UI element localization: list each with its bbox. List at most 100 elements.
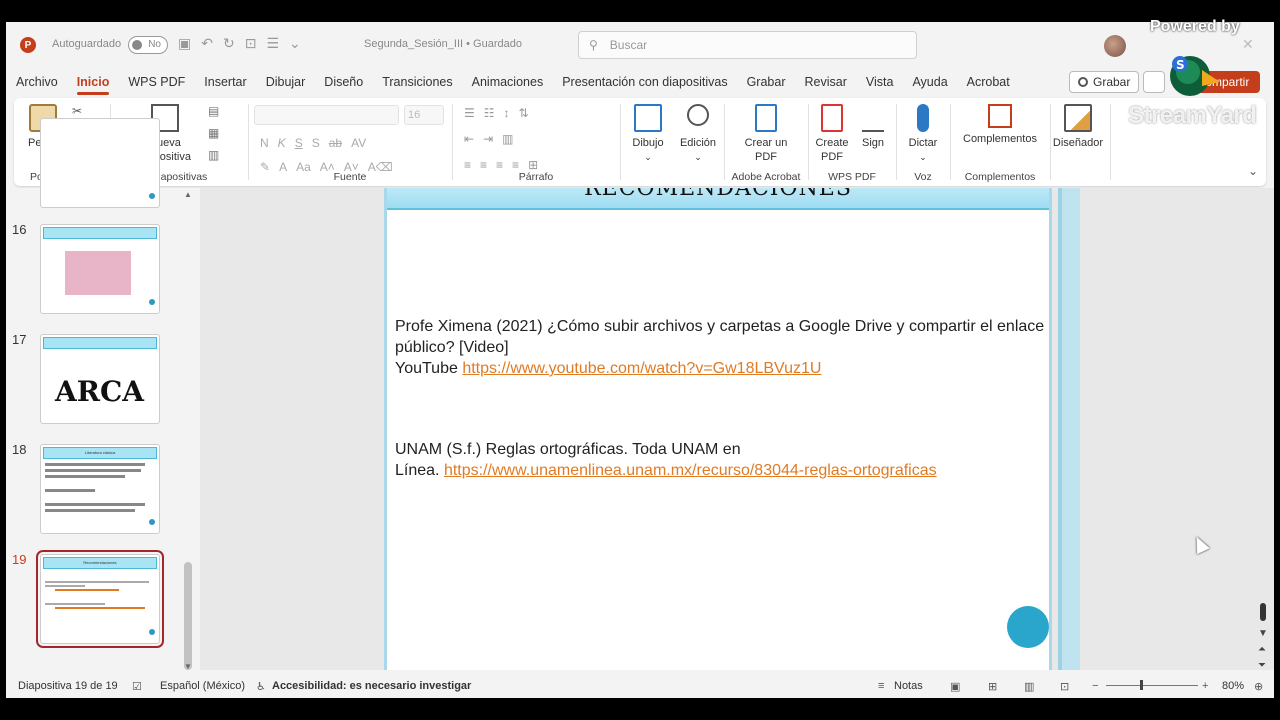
youtube-link[interactable]: https://www.youtube.com/watch?v=Gw18LBVu… [462,360,821,377]
next-slide-icon[interactable]: ⏷ [1258,660,1266,671]
slide-canvas[interactable]: RECOMENDACIONES Profe Ximena (2021) ¿Cóm… [384,188,1052,670]
notes-button[interactable]: Notas [894,680,923,692]
editing-button[interactable]: Edición ⌄ [676,104,720,164]
text-direction-icon[interactable]: ⇅ [519,106,529,120]
reading-view-icon[interactable]: ▥ [1024,680,1034,693]
shrink-font-icon[interactable]: A˅ [344,160,359,174]
canvas-scrollbar-thumb[interactable] [1260,603,1266,621]
tab-inicio[interactable]: Inicio [76,75,109,95]
addins-button[interactable]: Complementos [956,104,1044,146]
document-title[interactable]: Segunda_Sesión_III • Guardado [364,38,522,50]
normal-view-icon[interactable]: ▣ [950,680,960,693]
slideshow-icon[interactable]: ⊡ [1060,680,1069,693]
redo-icon[interactable]: ↻ [223,35,235,52]
increase-indent-icon[interactable]: ⇥ [483,132,493,146]
scroll-down-icon[interactable]: ▼ [184,662,192,671]
spellcheck-icon[interactable]: ☑ [132,680,142,693]
align-center-icon[interactable]: ≡ [480,158,487,172]
section-icon[interactable]: ▥ [208,148,219,162]
sign-button[interactable]: Sign [856,104,890,150]
slide-thumbnail-16[interactable] [40,224,160,314]
strikethrough-icon[interactable]: ab [329,136,342,150]
scrollbar-thumb[interactable] [184,562,192,670]
tab-archivo[interactable]: Archivo [16,75,58,89]
zoom-level[interactable]: 80% [1222,680,1244,692]
columns-icon[interactable]: ▥ [502,132,513,146]
bullets-icon[interactable]: ☰ [464,106,475,120]
line-spacing-icon[interactable]: ↕ [504,106,510,120]
tab-vista[interactable]: Vista [866,75,894,89]
bold-icon[interactable]: N [260,136,269,150]
tab-revisar[interactable]: Revisar [804,75,846,89]
decrease-indent-icon[interactable]: ⇤ [464,132,474,146]
numbering-icon[interactable]: ☷ [484,106,495,120]
search-input[interactable]: ⚲ Buscar [578,31,917,59]
clear-format-icon[interactable]: A⌫ [368,160,393,174]
tab-transiciones[interactable]: Transiciones [382,75,452,89]
list-icon[interactable]: ☰ [266,35,279,52]
wps-pdf-group-label: WPS PDF [828,171,876,183]
tab-ayuda[interactable]: Ayuda [912,75,947,89]
zoom-slider-handle[interactable] [1140,680,1143,690]
zoom-out-icon[interactable]: − [1092,680,1098,692]
font-color-icon[interactable]: A [279,160,287,174]
scroll-up-icon[interactable]: ▲ [184,190,192,199]
dictate-button[interactable]: Dictar ⌄ [904,104,942,164]
slide-thumbnail-19[interactable]: Recomendaciones [36,550,164,648]
avatar[interactable] [1104,35,1126,57]
tab-acrobat[interactable]: Acrobat [967,75,1010,89]
create-pdf-button[interactable]: Crear un PDF [740,104,792,164]
slide-thumbnail-17[interactable]: ARCA [40,334,160,424]
tab-dibujar[interactable]: Dibujar [266,75,306,89]
record-button[interactable]: Grabar [1069,71,1140,93]
slide-thumbnail[interactable] [40,118,160,208]
zoom-slider[interactable] [1106,685,1198,686]
shadow-icon[interactable]: S [312,136,320,150]
tab-diseño[interactable]: Diseño [324,75,363,89]
customize-qat-icon[interactable]: ⌄ [289,35,301,52]
drawing-button[interactable]: Dibujo ⌄ [626,104,670,164]
language-label[interactable]: Español (México) [160,680,245,692]
underline-icon[interactable]: S [295,136,303,150]
reference-1[interactable]: Profe Ximena (2021) ¿Cómo subir archivos… [395,316,1045,379]
font-size-select[interactable]: 16 [404,105,444,125]
tab-animaciones[interactable]: Animaciones [472,75,544,89]
close-icon[interactable]: ✕ [1242,36,1254,53]
case-icon[interactable]: Aa [296,160,311,174]
save-icon[interactable]: ▣ [178,35,191,52]
fit-to-window-icon[interactable]: ⊕ [1254,680,1263,693]
align-left-icon[interactable]: ≡ [464,158,471,172]
undo-icon[interactable]: ↶ [201,35,213,52]
slide-sorter-icon[interactable]: ⊞ [988,680,997,693]
present-icon[interactable]: ⊡ [245,35,257,52]
layout-icon[interactable]: ▤ [208,104,219,118]
ribbon: Pegar ⌄ ✂ ⎘ ✎ Portapapeles Nueva diaposi… [14,98,1266,186]
tab-grabar[interactable]: Grabar [747,75,786,89]
tab-presentación-con-diapositivas[interactable]: Presentación con diapositivas [562,75,727,89]
slide-title[interactable]: RECOMENDACIONES [584,188,852,201]
thumbnail-scrollbar[interactable]: ▲ ▼ [184,190,192,671]
create-pdf-wps-button[interactable]: Create PDF [810,104,854,164]
highlight-icon[interactable]: ✎ [260,160,270,174]
accessibility-status[interactable]: Accesibilidad: es necesario investigar [272,680,471,692]
tab-insertar[interactable]: Insertar [204,75,246,89]
tab-wps-pdf[interactable]: WPS PDF [128,75,185,89]
reset-icon[interactable]: ▦ [208,126,219,140]
unam-link[interactable]: https://www.unamenlinea.unam.mx/recurso/… [444,462,937,479]
reference-2[interactable]: UNAM (S.f.) Reglas ortográficas. Toda UN… [395,439,1045,481]
collapse-ribbon-icon[interactable]: ⌄ [1248,164,1258,178]
italic-icon[interactable]: K [278,136,286,150]
align-right-icon[interactable]: ≡ [496,158,503,172]
slide-thumbnail-18[interactable]: Literatura clásica [40,444,160,534]
font-family-select[interactable] [254,105,399,125]
zoom-in-icon[interactable]: + [1202,680,1208,692]
autosave-toggle[interactable]: No [128,36,168,54]
justify-icon[interactable]: ≡ [512,158,519,172]
scroll-down-icon[interactable]: ▼ [1258,628,1268,639]
smartart-icon[interactable]: ⊞ [528,158,538,172]
grow-font-icon[interactable]: A˄ [320,160,335,174]
previous-slide-icon[interactable]: ⏶ [1258,644,1266,655]
cut-icon[interactable]: ✂ [72,104,82,118]
spacing-icon[interactable]: AV [351,136,366,150]
designer-button[interactable]: Diseñador [1050,104,1106,150]
